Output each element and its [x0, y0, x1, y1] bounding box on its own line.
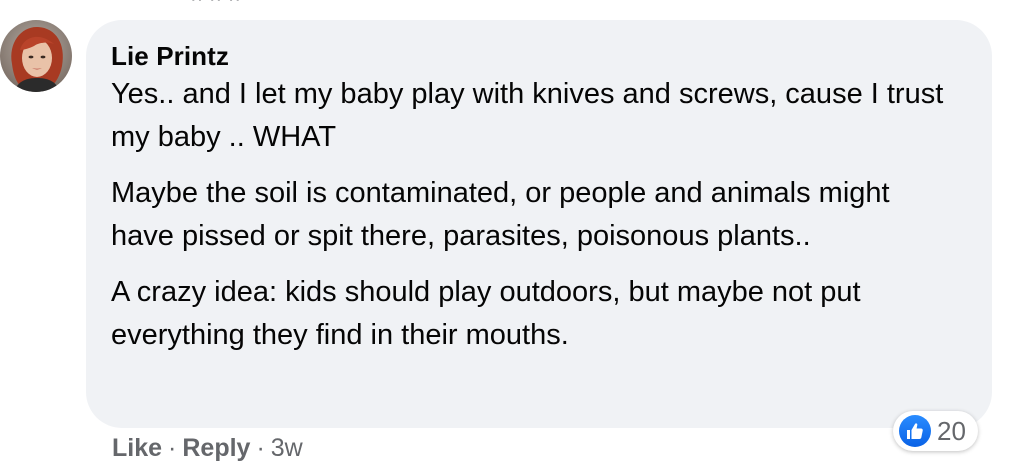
reaction-count: 20: [937, 415, 966, 446]
previous-comment-fragment: ·· ·· ··: [190, 0, 260, 4]
comment-page: ·· ·· ·· Lie Printz: [0, 0, 1024, 470]
reaction-summary[interactable]: 20: [893, 411, 978, 451]
separator: ·: [168, 434, 177, 462]
comment-paragraph-1: Yes.. and I let my baby play with knives…: [111, 78, 944, 153]
comment-author[interactable]: Lie Printz: [111, 40, 966, 72]
comment-paragraph-3: A crazy idea: kids should play outdoors,…: [111, 276, 861, 351]
thumbs-up-icon: [899, 415, 931, 447]
like-button[interactable]: Like: [112, 432, 162, 464]
comment-actions: Like · Reply · 3w: [112, 432, 303, 464]
separator: ·: [256, 434, 265, 462]
comment-bubble: Lie Printz Yes.. and I let my baby play …: [86, 20, 992, 428]
comment-paragraph-2: Maybe the soil is contaminated, or peopl…: [111, 177, 890, 252]
reply-button[interactable]: Reply: [182, 432, 250, 464]
avatar[interactable]: [0, 20, 72, 92]
comment-timestamp[interactable]: 3w: [271, 432, 303, 464]
profile-photo: [0, 20, 72, 92]
